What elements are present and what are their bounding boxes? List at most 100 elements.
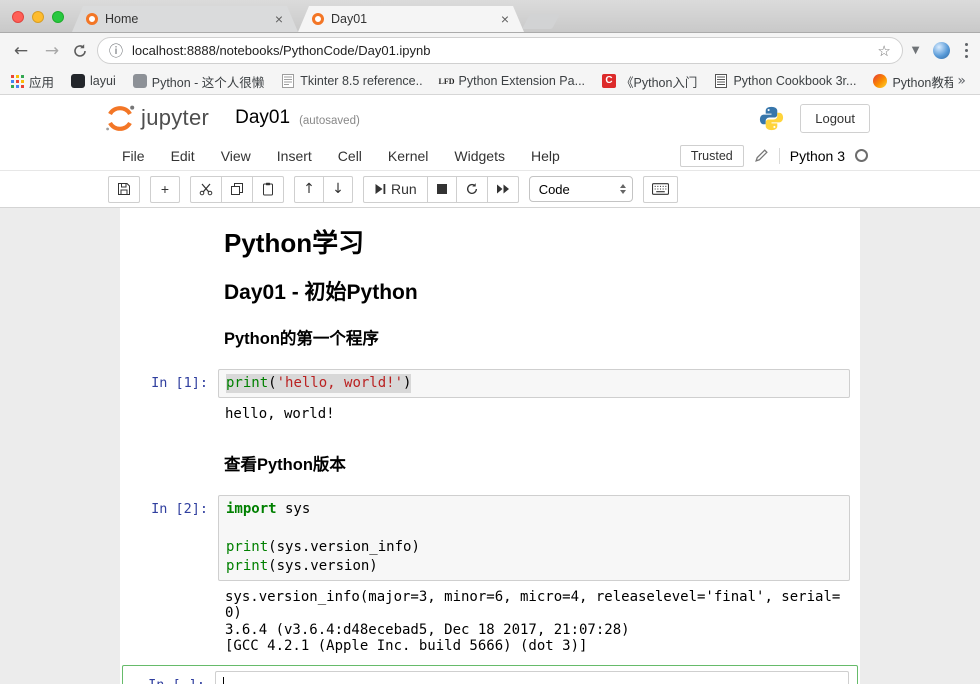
bookmark-layui[interactable]: layui bbox=[71, 74, 116, 88]
pencil-icon[interactable] bbox=[754, 148, 769, 163]
code-editor[interactable] bbox=[215, 671, 849, 684]
output-area: sys.version_info(major=3, minor=6, micro… bbox=[120, 587, 860, 661]
copy-cell-button[interactable] bbox=[221, 176, 253, 203]
bookmark-python-tutorial[interactable]: Python教程 bbox=[873, 72, 953, 91]
move-cell-up-button[interactable]: ↑ bbox=[294, 176, 324, 203]
stop-icon bbox=[437, 184, 447, 194]
bookmark-red-c-icon: C bbox=[602, 74, 616, 88]
back-button[interactable]: ← bbox=[10, 41, 32, 61]
menu-item-edit[interactable]: Edit bbox=[158, 148, 208, 164]
move-cell-down-button[interactable]: ↓ bbox=[323, 176, 353, 203]
code-cell-2[interactable]: In [2]: import sys print(sys.version_inf… bbox=[120, 489, 860, 587]
output-text: sys.version_info(major=3, minor=6, micro… bbox=[218, 587, 850, 657]
jupyter-logo[interactable]: jupyter bbox=[104, 104, 209, 132]
paste-cell-button[interactable] bbox=[252, 176, 284, 203]
bookmark-label: Tkinter 8.5 reference.. bbox=[300, 74, 422, 88]
notebook-title[interactable]: Day01 bbox=[235, 107, 290, 129]
forward-button[interactable]: → bbox=[41, 41, 63, 61]
markdown-cell[interactable]: Day01 - 初始Python bbox=[120, 264, 860, 311]
bookmark-label: 《Python入门 bbox=[621, 72, 697, 91]
bookmark-label: Python教程 bbox=[892, 72, 953, 91]
input-prompt: In [ ]: bbox=[123, 671, 215, 684]
menu-item-widgets[interactable]: Widgets bbox=[441, 148, 518, 164]
overflow-menu-icon[interactable] bbox=[963, 41, 971, 61]
zoom-window-button[interactable] bbox=[52, 11, 64, 23]
trusted-button[interactable]: Trusted bbox=[680, 145, 744, 167]
menu-item-help[interactable]: Help bbox=[518, 148, 573, 164]
url-text[interactable]: localhost:8888/notebooks/PythonCode/Day0… bbox=[132, 43, 868, 58]
scissors-icon bbox=[199, 182, 213, 196]
bookmark-star-icon[interactable]: ☆ bbox=[877, 42, 890, 60]
bookmark-python-rumen[interactable]: C 《Python入门 bbox=[602, 72, 697, 91]
tab-title: Day01 bbox=[331, 12, 500, 26]
toolbar-right: ▼ bbox=[912, 41, 970, 61]
bookmark-tkinter-reference[interactable]: Tkinter 8.5 reference.. bbox=[281, 74, 422, 88]
bookmark-label: Python Extension Pa... bbox=[459, 74, 585, 88]
traffic-lights bbox=[12, 11, 64, 23]
fast-forward-icon bbox=[496, 184, 510, 194]
run-button[interactable]: Run bbox=[363, 176, 428, 203]
new-tab-button[interactable] bbox=[522, 14, 560, 29]
text-cursor bbox=[223, 677, 224, 684]
bookmark-lfd-icon: LFD bbox=[440, 74, 454, 88]
menu-item-insert[interactable]: Insert bbox=[264, 148, 325, 164]
heading-first-program: Python的第一个程序 bbox=[224, 329, 854, 349]
download-arrow-icon[interactable]: ▼ bbox=[912, 45, 920, 56]
bookmark-gray-square-icon bbox=[133, 74, 147, 88]
kernel-name: Python 3 bbox=[790, 148, 845, 164]
cell-type-select[interactable]: Code bbox=[529, 176, 633, 202]
restart-icon bbox=[465, 182, 479, 196]
notebook-scroll-area[interactable]: Python学习 Day01 - 初始Python Python的第一个程序 I… bbox=[0, 208, 980, 684]
restart-run-all-button[interactable] bbox=[487, 176, 519, 203]
heading-python-study: Python学习 bbox=[224, 228, 854, 258]
browser-tab-home[interactable]: Home × bbox=[72, 6, 298, 32]
markdown-cell[interactable]: Python学习 bbox=[120, 220, 860, 264]
tab-close-icon[interactable]: × bbox=[500, 12, 510, 26]
bookmark-apps-icon bbox=[10, 74, 24, 88]
browser-tab-day01[interactable]: Day01 × bbox=[298, 6, 524, 32]
address-bar[interactable]: ⓘ localhost:8888/notebooks/PythonCode/Da… bbox=[97, 37, 903, 64]
globe-extension-icon[interactable] bbox=[933, 42, 950, 59]
empty-cell-selected[interactable]: In [ ]: bbox=[122, 665, 858, 684]
jupyter-header: jupyter Day01 (autosaved) Logout bbox=[0, 95, 980, 141]
notebook-toolbar: + ↑ bbox=[0, 171, 980, 208]
jupyter-menubar: FileEditViewInsertCellKernelWidgetsHelp … bbox=[0, 141, 980, 171]
menu-item-file[interactable]: File bbox=[109, 148, 158, 164]
menubar-right: Trusted Python 3 bbox=[680, 145, 868, 167]
logout-button[interactable]: Logout bbox=[800, 104, 870, 133]
minimize-window-button[interactable] bbox=[32, 11, 44, 23]
markdown-cell[interactable]: Python的第一个程序 bbox=[120, 311, 860, 363]
divider bbox=[779, 148, 780, 164]
bookmark-apps[interactable]: 应用 bbox=[10, 72, 54, 91]
menu-items: FileEditViewInsertCellKernelWidgetsHelp bbox=[109, 148, 573, 164]
menu-item-kernel[interactable]: Kernel bbox=[375, 148, 441, 164]
run-label: Run bbox=[391, 181, 417, 197]
jupyter-logo-icon bbox=[104, 104, 136, 132]
bookmark-python-extension[interactable]: LFD Python Extension Pa... bbox=[440, 74, 585, 88]
restart-kernel-button[interactable] bbox=[456, 176, 488, 203]
code-editor[interactable]: print('hello, world!') bbox=[218, 369, 850, 398]
code-editor[interactable]: import sys print(sys.version_info)print(… bbox=[218, 495, 850, 581]
add-cell-button[interactable]: + bbox=[150, 176, 180, 203]
bookmarks-overflow-icon[interactable]: » bbox=[953, 73, 970, 89]
bookmark-label: Python - 这个人很懒 bbox=[152, 72, 265, 91]
tab-title: Home bbox=[105, 12, 274, 26]
menu-item-cell[interactable]: Cell bbox=[325, 148, 375, 164]
save-button[interactable] bbox=[108, 176, 140, 203]
bookmark-python-cookbook[interactable]: Python Cookbook 3r... bbox=[714, 74, 856, 88]
reload-button[interactable] bbox=[72, 43, 88, 59]
markdown-cell[interactable]: 查看Python版本 bbox=[120, 429, 860, 489]
cut-cell-button[interactable] bbox=[190, 176, 222, 203]
autosave-status: (autosaved) bbox=[299, 110, 360, 127]
copy-icon bbox=[230, 182, 244, 196]
notebook-container: Python学习 Day01 - 初始Python Python的第一个程序 I… bbox=[120, 208, 860, 684]
run-icon bbox=[374, 183, 386, 195]
tab-close-icon[interactable]: × bbox=[274, 12, 284, 26]
command-palette-button[interactable] bbox=[643, 176, 678, 203]
menu-item-view[interactable]: View bbox=[208, 148, 264, 164]
page-info-icon[interactable]: ⓘ bbox=[109, 41, 123, 61]
interrupt-kernel-button[interactable] bbox=[427, 176, 457, 203]
bookmark-python-blog[interactable]: Python - 这个人很懒 bbox=[133, 72, 265, 91]
close-window-button[interactable] bbox=[12, 11, 24, 23]
code-cell-1[interactable]: In [1]: print('hello, world!') bbox=[120, 363, 860, 404]
